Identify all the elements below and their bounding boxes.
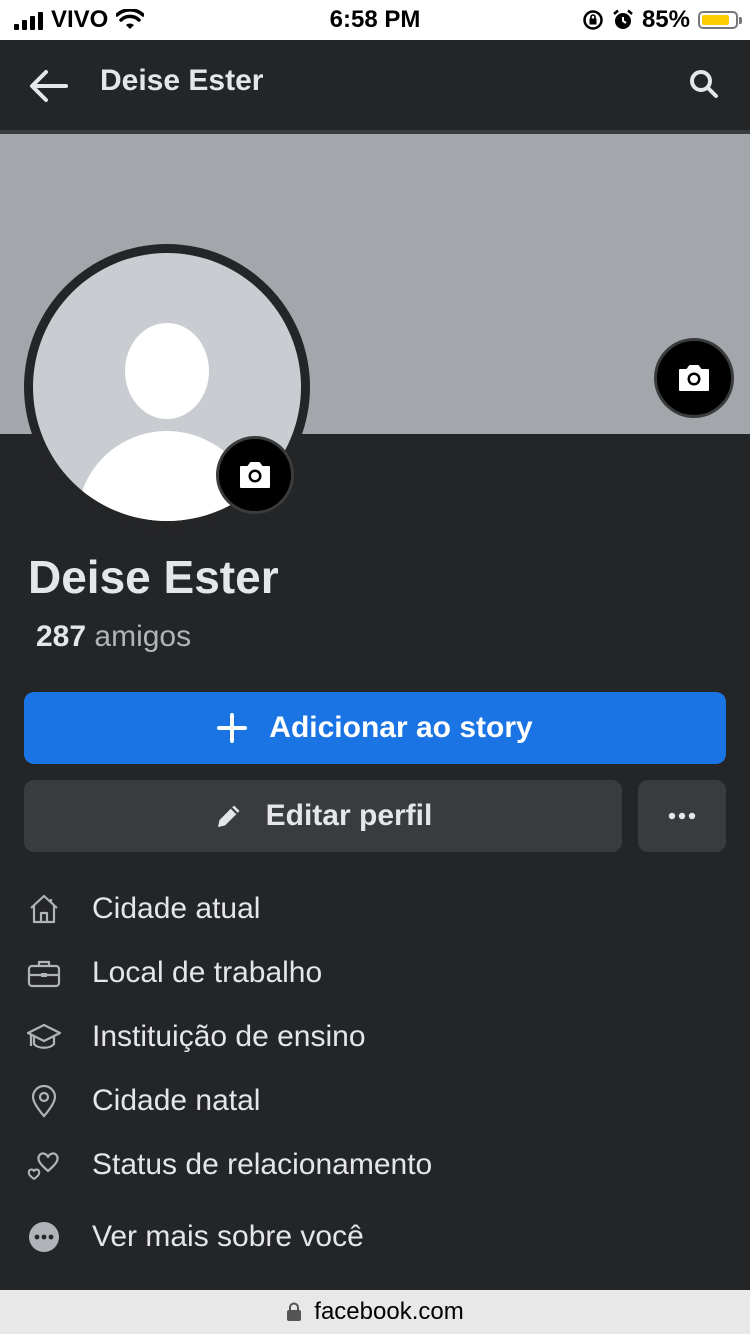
app-header: Deise Ester [0,40,750,130]
detail-item-school[interactable]: Instituição de ensino [0,1005,750,1069]
lock-icon [287,1302,302,1321]
edit-profile-label: Editar perfil [265,799,433,832]
detail-label: Ver mais sobre você [92,1220,364,1253]
search-icon [690,70,718,98]
detail-label: Status de relacionamento [92,1148,433,1181]
home-icon [26,891,62,927]
friends-count-link[interactable]: 287 amigos [36,620,191,654]
status-right: 85% [582,6,742,34]
hearts-icon [26,1147,62,1183]
location-pin-icon [26,1083,62,1119]
camera-icon [679,365,709,391]
detail-item-see-more[interactable]: Ver mais sobre você [0,1205,750,1269]
camera-icon [240,462,270,488]
header-title: Deise Ester [100,64,264,97]
profile-name: Deise Ester [28,551,279,603]
plus-icon [217,713,248,743]
friends-label: amigos [94,620,192,653]
edit-cover-photo-button[interactable] [654,338,734,418]
status-bar: VIVO 6:58 PM 85% [0,0,750,40]
detail-item-relationship[interactable]: Status de relacionamento [0,1133,750,1197]
detail-item-workplace[interactable]: Local de trabalho [0,941,750,1005]
detail-label: Local de trabalho [92,956,323,989]
back-button[interactable] [26,66,72,106]
battery-percent: 85% [641,6,690,33]
add-to-story-button[interactable]: Adicionar ao story [24,692,726,764]
add-to-story-label: Adicionar ao story [269,711,533,744]
url-text: facebook.com [314,1298,464,1325]
orientation-lock-icon [583,10,603,30]
detail-label: Instituição de ensino [92,1020,366,1053]
search-button[interactable] [688,68,720,100]
more-circle-icon [26,1219,62,1255]
detail-item-current-city[interactable]: Cidade atual [0,877,750,941]
more-options-button[interactable] [638,780,726,852]
ellipsis-icon [668,812,696,820]
browser-url-bar[interactable]: facebook.com [0,1290,750,1334]
detail-label: Cidade natal [92,1084,261,1117]
detail-label: Cidade atual [92,892,261,925]
alarm-icon [613,9,633,29]
battery-icon [698,11,742,29]
briefcase-icon [26,955,62,991]
edit-profile-picture-button[interactable] [216,436,294,514]
back-arrow-icon [30,70,68,102]
graduation-cap-icon [26,1019,62,1055]
detail-item-hometown[interactable]: Cidade natal [0,1069,750,1133]
edit-profile-button[interactable]: Editar perfil [24,780,622,852]
friends-count: 287 [36,620,87,653]
pencil-icon [217,805,240,827]
